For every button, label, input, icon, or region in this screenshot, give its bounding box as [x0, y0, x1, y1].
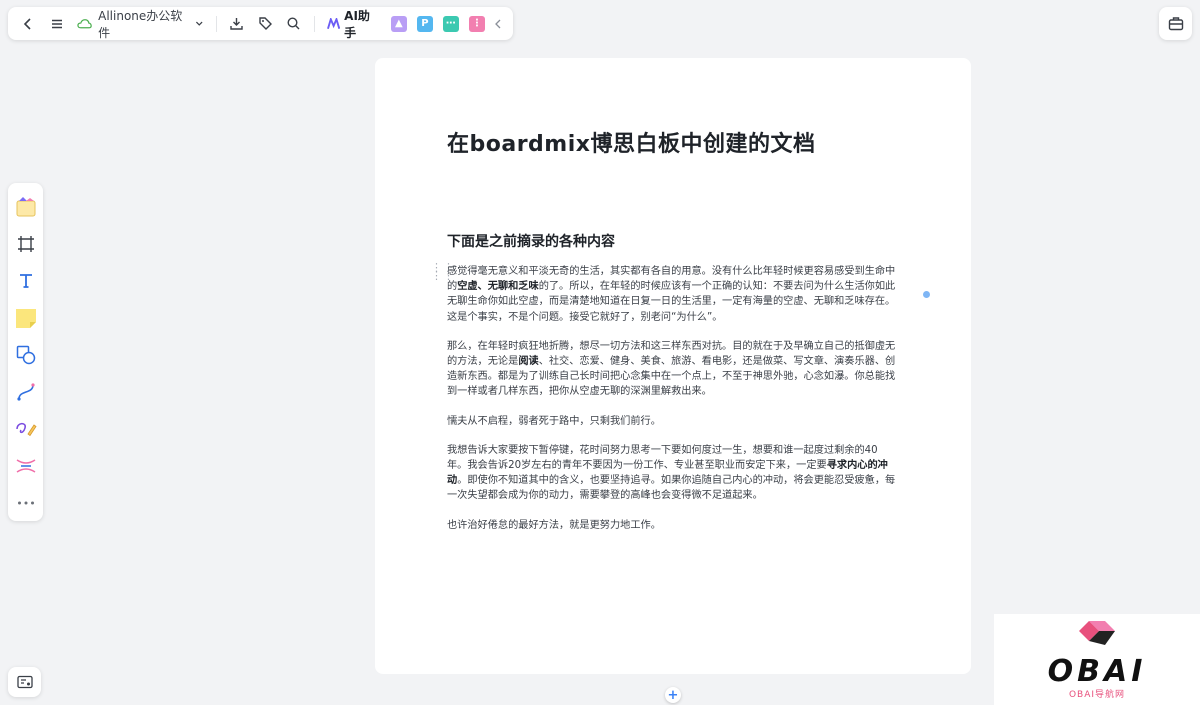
left-tool-palette: [8, 183, 43, 521]
sticky-note-tool[interactable]: [11, 300, 41, 337]
watermark-subtext: OBAI导航网: [1068, 690, 1126, 700]
toolbar-divider: [215, 15, 217, 32]
more-tools-button[interactable]: [11, 484, 41, 521]
pen-icon: [15, 422, 37, 436]
template-tool[interactable]: [11, 189, 41, 226]
text-icon: [19, 274, 32, 289]
ai-assistant-button[interactable]: AI助手: [321, 7, 386, 41]
chevron-down-icon: [195, 21, 203, 26]
document-body[interactable]: 感觉得毫无意义和平淡无奇的生活，其实都有各自的用意。没有什么比年轻时候更容易感受…: [447, 264, 897, 547]
mindmap-tool[interactable]: [11, 447, 41, 484]
text-tool[interactable]: [11, 263, 41, 300]
image-app-icon[interactable]: ▲: [390, 15, 407, 32]
more-dots-icon: [17, 501, 34, 505]
app-shortcuts: ▲ P ⋯ ⋮: [386, 15, 490, 32]
flow-app-icon[interactable]: ⋮: [468, 15, 485, 32]
document-title[interactable]: 在boardmix博思白板中创建的文档: [447, 126, 815, 158]
ai-logo-icon: [326, 17, 341, 29]
connector-tool[interactable]: [11, 373, 41, 410]
hamburger-icon: [51, 19, 62, 28]
search-button[interactable]: [279, 10, 308, 38]
document-subheading[interactable]: 下面是之前摘录的各种内容: [447, 231, 615, 251]
toolbar-divider: [313, 15, 315, 32]
frame-tool[interactable]: [11, 226, 41, 263]
menu-button[interactable]: [43, 10, 72, 38]
minimap-button[interactable]: [8, 667, 41, 697]
paragraph-5: 也许治好倦怠的最好方法，就是更努力地工作。: [447, 519, 661, 531]
sticky-note-icon: [15, 309, 36, 329]
shape-tool[interactable]: [11, 337, 41, 374]
p-app-icon[interactable]: P: [416, 15, 433, 32]
cube-logo-icon: [1079, 621, 1115, 645]
frame-icon: [17, 236, 34, 253]
paragraph-3: 懦夫从不启程，弱者死于路中，只剩我们前行。: [447, 415, 661, 427]
connector-line-icon: [16, 383, 35, 401]
back-button[interactable]: [14, 10, 43, 38]
shape-icon: [16, 345, 35, 365]
ai-assistant-label: AI助手: [344, 8, 370, 40]
file-name-dropdown[interactable]: Allinone办公软件: [71, 7, 210, 41]
bold-text: 空虚、无聊和乏味: [457, 281, 539, 293]
watermark: OBAI OBAI导航网: [994, 614, 1200, 705]
paragraph-4: 我想告诉大家要按下暂停键，花时间努力思考一下要如何度过一生，想要和谁一起度过剩余…: [447, 443, 897, 504]
minimap-icon: [16, 675, 33, 689]
add-page-button[interactable]: +: [665, 687, 681, 703]
mindmap-app-icon[interactable]: ⋯: [442, 15, 459, 32]
paragraph-text: 。即使你不知道其中的含义，也要坚持追寻。如果你追随自己内心的冲动，将会更能忍受疲…: [447, 475, 896, 502]
template-icon: [16, 197, 35, 217]
file-name-label: Allinone办公软件: [98, 8, 183, 40]
cloud-icon: [77, 18, 92, 28]
download-icon: [230, 18, 243, 30]
pen-tool[interactable]: [11, 410, 41, 447]
tag-icon: [259, 17, 272, 30]
collapse-apps-button[interactable]: [490, 10, 507, 38]
tag-button[interactable]: [251, 10, 280, 38]
search-icon: [287, 17, 300, 30]
download-button[interactable]: [222, 10, 251, 38]
chevron-left-icon: [495, 19, 501, 28]
mindmap-icon: [16, 459, 35, 473]
chevron-left-icon: [24, 17, 31, 30]
toolbox-button[interactable]: [1159, 7, 1192, 40]
toolbox-icon: [1168, 17, 1183, 31]
paragraph-text: 我想告诉大家要按下暂停键，花时间努力思考一下要如何度过一生，想要和谁一起度过剩余…: [447, 444, 878, 472]
bold-text: 阅读: [518, 356, 539, 368]
paragraph-2: 那么，在年轻时疯狂地折腾，想尽一切方法和这三样东西对抗。目的就在于及早确立自己的…: [447, 339, 897, 400]
top-toolbar: Allinone办公软件 AI助手 ▲ P ⋯ ⋮: [8, 7, 513, 40]
paragraph-1: 感觉得毫无意义和平淡无奇的生活，其实都有各自的用意。没有什么比年轻时候更容易感受…: [447, 264, 897, 325]
block-anchor-dot[interactable]: [923, 291, 930, 298]
document-page: 在boardmix博思白板中创建的文档 下面是之前摘录的各种内容 ⋮⋮ ⋮⋮ 感觉…: [375, 58, 971, 674]
watermark-logo-text: OBAI: [1047, 654, 1147, 689]
